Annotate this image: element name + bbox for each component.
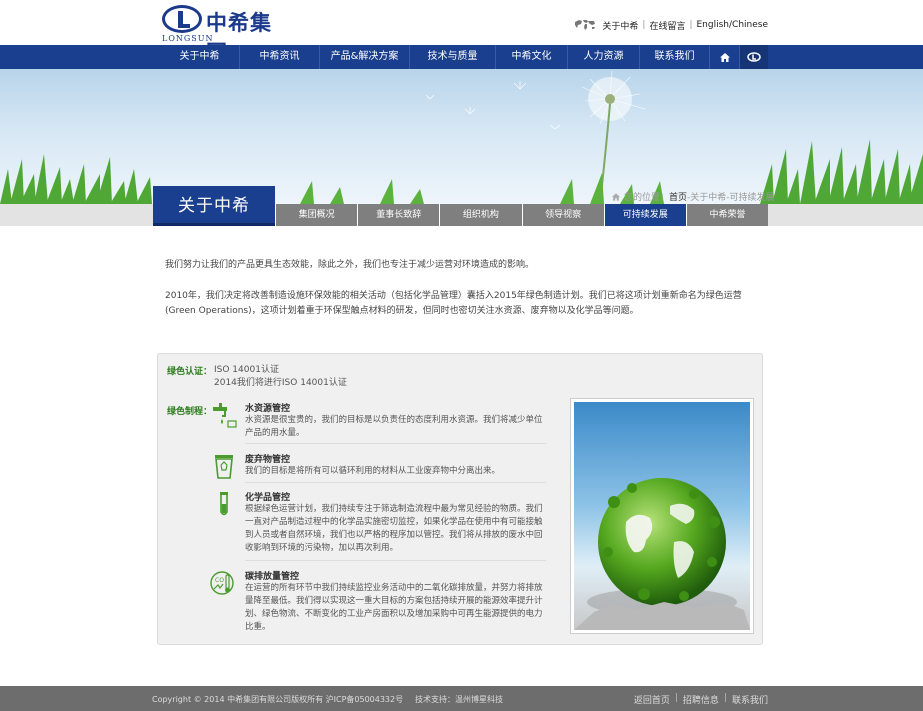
separator: | xyxy=(674,693,678,703)
logo-english-name: LONGSUN xyxy=(162,34,214,43)
section-title: 关于中希 xyxy=(153,186,275,226)
green-globe-photo xyxy=(570,398,754,634)
green-item-title: 废弃物管控 xyxy=(245,455,291,465)
breadcrumb: 您的位置： 首页 -关于中希-可持续发展 xyxy=(612,190,775,203)
intro-paragraph: 我们努力让我们的产品更具生态效能，除此之外，我们也专注于减少运营对环境造成的影响… xyxy=(165,260,535,270)
green-item-desc: 根据绿色运营计划，我们持续专注于筛选制造流程中最为常见经验的物质。我们一直对产品… xyxy=(245,504,543,553)
svg-text:CO: CO xyxy=(215,577,224,584)
separator: | xyxy=(642,20,646,30)
green-globe-illustration xyxy=(574,478,750,630)
green-item-title: 化学品管控 xyxy=(245,493,291,503)
nav-item-tech-quality[interactable]: 技术与质量 xyxy=(410,45,496,69)
tab-chairman-speech[interactable]: 董事长致辞 xyxy=(357,204,440,226)
divider xyxy=(245,443,546,444)
test-tube-icon xyxy=(220,492,228,516)
green-item-title: 水资源管控 xyxy=(245,404,291,414)
main-nav: 关于中希 中希资讯 产品&解决方案 技术与质量 中希文化 人力资源 联系我们 xyxy=(0,45,923,69)
green-item-title: 碳排放量管控 xyxy=(245,572,300,582)
banner-image xyxy=(0,69,923,204)
divider xyxy=(245,560,546,561)
breadcrumb-home-link[interactable]: 首页 xyxy=(669,190,687,203)
top-link-about[interactable]: 关于中希 xyxy=(602,19,638,32)
nav-item-products[interactable]: 产品&解决方案 xyxy=(320,45,410,69)
tab-sustainability[interactable]: 可持续发展 xyxy=(603,204,686,226)
intro-text: 我们努力让我们的产品更具生态效能，除此之外，我们也专注于减少运营对环境造成的影响… xyxy=(165,258,768,319)
divider xyxy=(245,482,546,483)
top-link-message[interactable]: 在线留言 xyxy=(649,19,685,32)
nav-item-about[interactable]: 关于中希 xyxy=(160,45,240,69)
green-item-desc: 水资源是很宝贵的，我们的目标是以负责任的态度利用水资源。我们将减少单位产品的用水… xyxy=(245,415,543,438)
nav-logo-button[interactable] xyxy=(740,45,768,69)
home-icon xyxy=(612,192,620,201)
tab-organization[interactable]: 组织机构 xyxy=(439,204,522,226)
nav-item-hr[interactable]: 人力资源 xyxy=(568,45,640,69)
intro-paragraph: 2010年，我们决定将改善制造设施环保效能的相关活动（包括化学品管理）囊括入20… xyxy=(165,291,742,316)
footer-link-home[interactable]: 返回首页 xyxy=(634,693,670,706)
footer-links: 返回首页 | 招聘信息 | 联系我们 xyxy=(634,693,768,706)
tab-group-overview[interactable]: 集团概况 xyxy=(275,204,358,226)
breadcrumb-prefix: 您的位置： xyxy=(624,193,670,203)
dandelion-illustration xyxy=(0,70,923,204)
breadcrumb-trail: -关于中希-可持续发展 xyxy=(687,193,775,203)
logo[interactable]: 中希集团 LONGSUN xyxy=(162,5,292,65)
cert-line: ISO 14001认证 xyxy=(214,365,279,375)
nav-item-contact[interactable]: 联系我们 xyxy=(640,45,710,69)
separator: | xyxy=(723,693,727,703)
top-links: 关于中希 | 在线留言 | English/Chinese xyxy=(574,18,768,32)
subnav-tabs: 集团概况 董事长致辞 组织机构 领导视察 可持续发展 中希荣誉 xyxy=(275,204,769,226)
green-item-desc: 在运营的所有环节中我们持续监控业务活动中的二氧化碳排放量，并努力将排放量降至最低… xyxy=(245,583,543,632)
longsun-logo-icon xyxy=(162,5,202,33)
footer-tech-support: 技术支持：温州博星科技 xyxy=(415,695,503,704)
longsun-small-logo-icon xyxy=(747,52,761,62)
footer-copyright: Copyright © 2014 中希集团有限公司版权所有 沪ICP备05004… xyxy=(152,695,404,704)
footer-link-contact[interactable]: 联系我们 xyxy=(732,693,768,706)
separator: | xyxy=(689,20,693,30)
tab-leader-visits[interactable]: 领导视察 xyxy=(521,204,604,226)
tab-honors[interactable]: 中希荣誉 xyxy=(685,204,769,226)
footer: Copyright © 2014 中希集团有限公司版权所有 沪ICP备05004… xyxy=(0,686,923,711)
water-tap-icon xyxy=(213,403,237,428)
globe-image xyxy=(574,402,750,630)
world-map-icon xyxy=(575,20,596,30)
green-item-desc: 我们的目标是将所有可以循环利用的材料从工业废弃物中分离出来。 xyxy=(245,466,501,476)
header: 中希集团 LONGSUN 关于中希 | 在线留言 | English/Chine… xyxy=(0,0,923,65)
green-mfg-label: 绿色制程： xyxy=(167,407,213,417)
nav-item-culture[interactable]: 中希文化 xyxy=(496,45,568,69)
green-cert-label: 绿色认证： xyxy=(167,367,213,377)
carbon-thermometer-icon: CO xyxy=(210,571,234,595)
home-icon xyxy=(719,52,730,62)
recycle-bin-icon xyxy=(215,455,233,479)
green-cert-text: ISO 14001认证 2014我们将进行ISO 14001认证 xyxy=(214,364,347,390)
footer-link-jobs[interactable]: 招聘信息 xyxy=(683,693,719,706)
nav-item-news[interactable]: 中希资讯 xyxy=(240,45,320,69)
cert-line: 2014我们将进行ISO 14001认证 xyxy=(214,378,347,388)
top-link-language[interactable]: English/Chinese xyxy=(697,20,769,30)
green-operations-box: 绿色认证： ISO 14001认证 2014我们将进行ISO 14001认证 绿… xyxy=(157,353,763,645)
nav-home-button[interactable] xyxy=(710,45,740,69)
